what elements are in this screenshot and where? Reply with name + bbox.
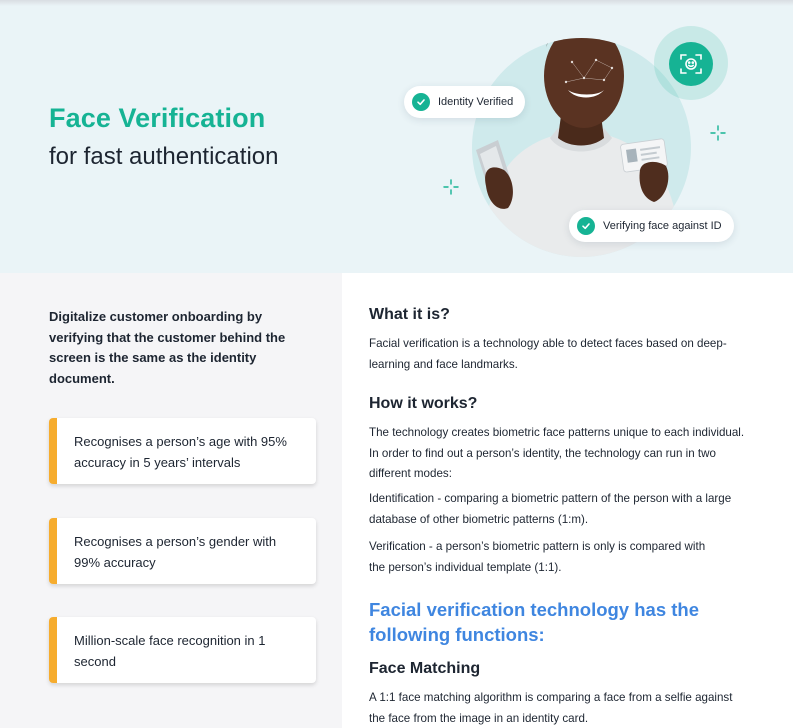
features-column: Digitalize customer onboarding by verify… xyxy=(0,273,342,728)
verifying-face-badge: Verifying face against ID xyxy=(569,210,734,242)
feature-card: Million-scale face recognition in 1 seco… xyxy=(49,617,316,683)
feature-card: Recognises a person’s age with 95% accur… xyxy=(49,418,316,484)
face-matching-heading: Face Matching xyxy=(369,660,481,677)
verifying-face-label: Verifying face against ID xyxy=(603,220,722,232)
what-it-is-text: Facial verification is a technology able… xyxy=(369,337,727,371)
intro-text: Digitalize customer onboarding by verify… xyxy=(49,309,286,386)
check-icon xyxy=(412,93,430,111)
what-it-is-heading: What it is? xyxy=(369,306,450,323)
face-scan-icon xyxy=(669,42,713,86)
identity-verified-badge: Identity Verified xyxy=(404,86,526,118)
sparkle-icon xyxy=(443,179,459,195)
feature-card-text: Recognises a person’s gender with 99% ac… xyxy=(74,534,277,570)
page-title: Face Verification xyxy=(49,103,266,133)
feature-card: Recognises a person’s gender with 99% ac… xyxy=(49,518,316,584)
card-accent-bar xyxy=(49,418,57,484)
verification-text: Verification - a person’s biometric patt… xyxy=(369,540,706,574)
identity-verified-label: Identity Verified xyxy=(438,96,514,108)
sparkle-icon xyxy=(710,125,726,141)
card-accent-bar xyxy=(49,518,57,584)
top-shadow xyxy=(0,0,793,6)
identification-text: Identification - comparing a biometric p… xyxy=(369,492,732,526)
how-it-works-text: The technology creates biometric face pa… xyxy=(369,426,745,480)
how-it-works-heading: How it works? xyxy=(369,395,478,412)
hero-section: Face Verification for fast authenticatio… xyxy=(0,0,793,273)
description-column: What it is? Facial verification is a tec… xyxy=(342,273,793,728)
card-accent-bar xyxy=(49,617,57,683)
feature-card-text: Recognises a person’s age with 95% accur… xyxy=(74,434,287,470)
page-subtitle: for fast authentication xyxy=(49,143,279,170)
check-icon xyxy=(577,217,595,235)
feature-card-text: Million-scale face recognition in 1 seco… xyxy=(74,633,266,669)
functions-heading: Facial verification technology has the f… xyxy=(369,599,700,645)
face-matching-text: A 1:1 face matching algorithm is compari… xyxy=(369,691,733,725)
